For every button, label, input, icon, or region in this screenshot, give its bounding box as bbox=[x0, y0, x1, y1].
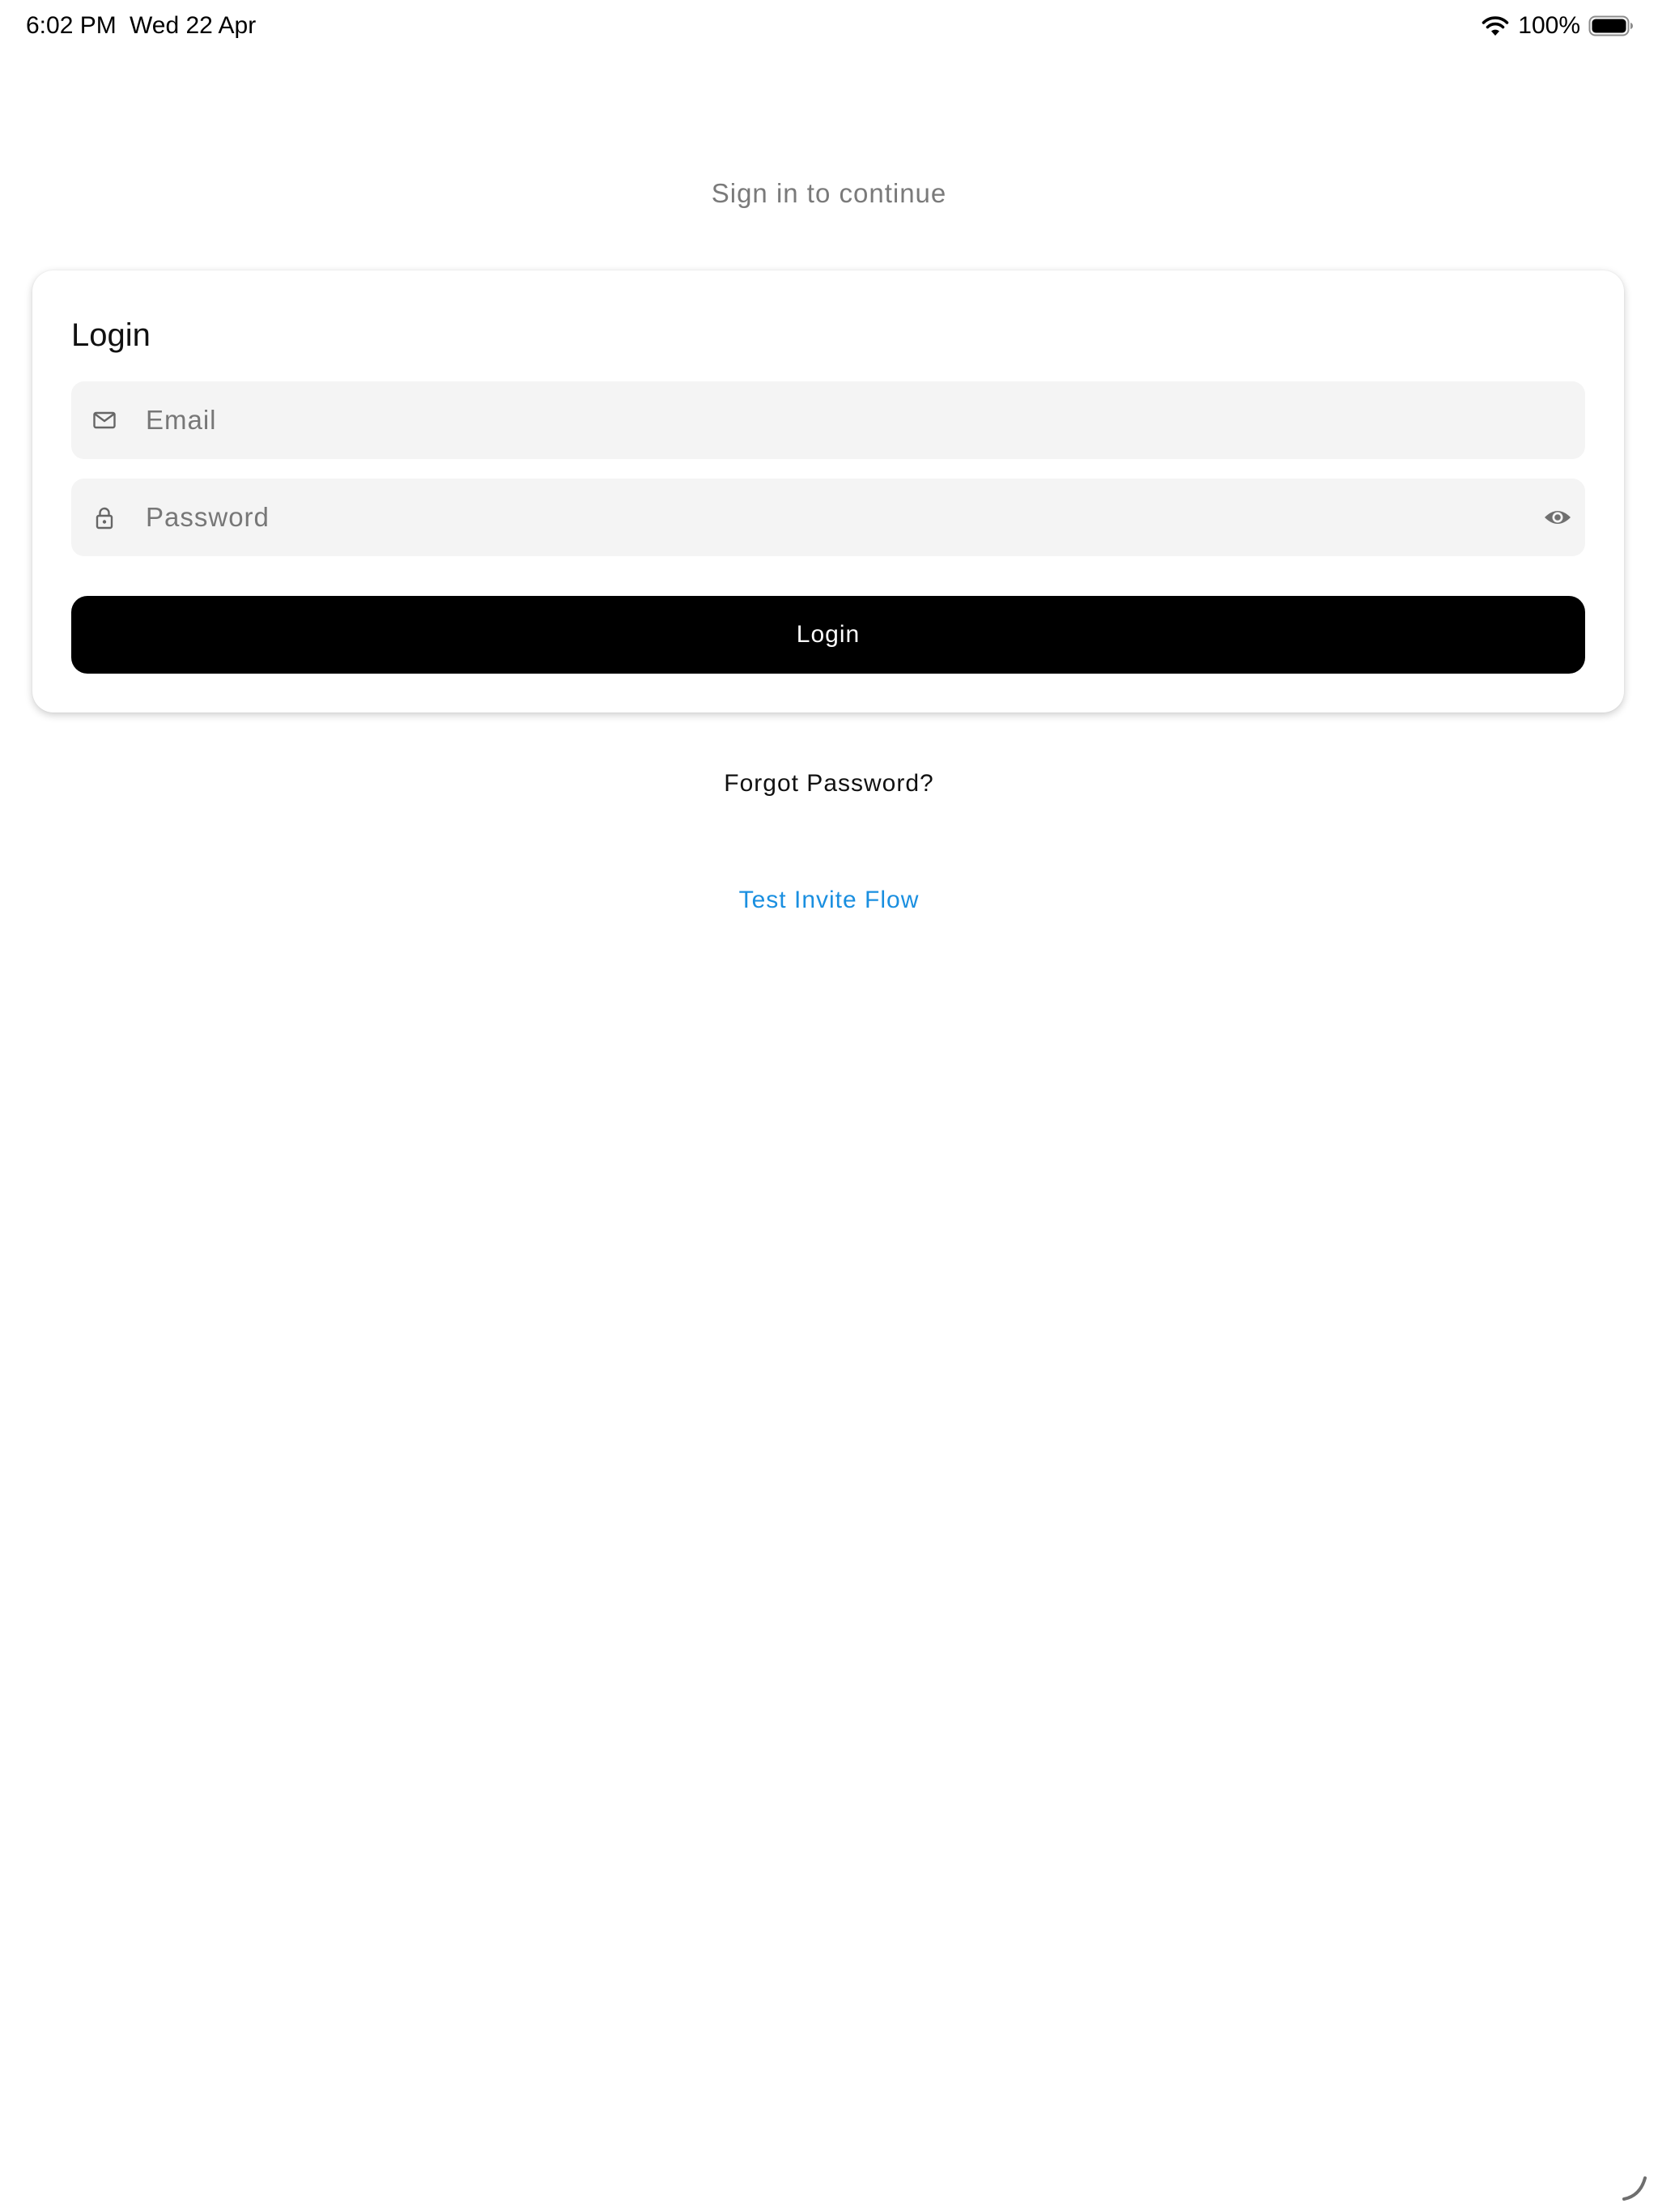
mail-icon bbox=[93, 411, 116, 429]
lock-icon bbox=[96, 507, 113, 530]
email-field[interactable] bbox=[71, 381, 1585, 459]
status-bar: 6:02 PM Wed 22 Apr 100% bbox=[0, 0, 1658, 52]
login-button[interactable]: Login bbox=[71, 596, 1585, 674]
battery-percent: 100% bbox=[1518, 12, 1580, 39]
status-date: Wed 22 Apr bbox=[130, 12, 257, 39]
status-time: 6:02 PM bbox=[26, 12, 117, 39]
corner-resize-handle[interactable] bbox=[1619, 2172, 1652, 2204]
wifi-icon bbox=[1482, 16, 1509, 36]
email-input[interactable] bbox=[146, 381, 1506, 459]
test-invite-flow-link[interactable]: Test Invite Flow bbox=[0, 881, 1658, 920]
card-title: Login bbox=[71, 317, 151, 353]
forgot-password-link[interactable]: Forgot Password? bbox=[0, 764, 1658, 803]
subtitle: Sign in to continue bbox=[711, 178, 947, 208]
login-card: Login Login bbox=[32, 270, 1624, 713]
battery-full-icon bbox=[1588, 15, 1633, 36]
status-indicators: 100% bbox=[1481, 10, 1634, 42]
password-field[interactable] bbox=[71, 479, 1585, 556]
password-input[interactable] bbox=[146, 479, 1506, 556]
eye-icon[interactable] bbox=[1543, 504, 1572, 530]
